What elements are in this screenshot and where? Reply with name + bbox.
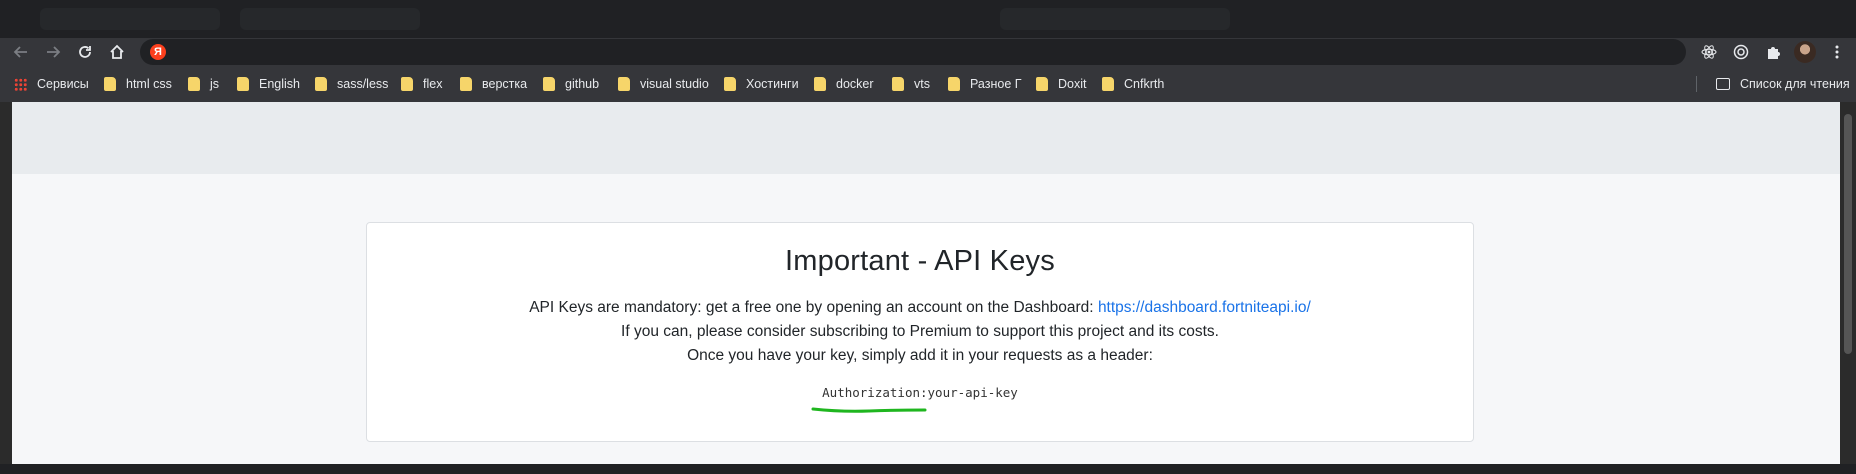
bookmark-label: верстка: [482, 77, 528, 91]
bookmark-label: Разное Г: [970, 77, 1022, 91]
api-keys-mandatory-text: API Keys are mandatory: get a free one b…: [367, 299, 1473, 317]
browser-menu-icon[interactable]: [1826, 41, 1848, 63]
bookmark-label: sass/less: [337, 77, 389, 91]
bookmark-folder[interactable]: github: [543, 66, 599, 102]
authorization-header-code: Authorization:your-api-key: [822, 385, 1018, 400]
folder-icon: [460, 77, 472, 91]
bookmark-label: html css: [126, 77, 172, 91]
tab[interactable]: [1000, 8, 1230, 30]
profile-avatar[interactable]: [1794, 41, 1816, 63]
header-instructions-text: Once you have your key, simply add it in…: [687, 347, 1153, 364]
bookmark-label: vts: [914, 77, 930, 91]
bookmark-folder[interactable]: English: [237, 66, 300, 102]
scrollbar[interactable]: [1840, 102, 1856, 464]
react-devtools-icon[interactable]: [1698, 41, 1720, 63]
tab[interactable]: [240, 8, 420, 30]
folder-icon: [315, 77, 327, 91]
bookmark-label: flex: [423, 77, 443, 91]
page-viewport: Important - API Keys API Keys are mandat…: [12, 102, 1840, 464]
folder-icon: [543, 77, 555, 91]
folder-icon: [104, 77, 116, 91]
folder-icon: [892, 77, 904, 91]
bookmark-folder[interactable]: sass/less: [315, 66, 388, 102]
bookmark-folder[interactable]: vts: [892, 66, 930, 102]
reading-list-label: Список для чтения: [1740, 77, 1850, 91]
bookmark-folder[interactable]: flex: [401, 66, 442, 102]
bookmarks-divider: [1696, 76, 1697, 92]
tab[interactable]: [40, 8, 220, 30]
bookmark-label: Cnfkrth: [1124, 77, 1165, 91]
folder-icon: [401, 77, 413, 91]
bookmarks-bar: Сервисы html css js English sass/less fl…: [0, 66, 1856, 102]
bookmark-label: visual studio: [640, 77, 709, 91]
folder-icon: [188, 77, 200, 91]
bookmark-folder[interactable]: docker: [814, 66, 874, 102]
folder-icon: [237, 77, 249, 91]
folder-icon: [1036, 77, 1048, 91]
reading-list-icon: [1716, 78, 1730, 90]
mandatory-text: API Keys are mandatory: get a free one b…: [529, 299, 1094, 316]
browser-toolbar: Я: [0, 38, 1856, 66]
extensions-puzzle-icon[interactable]: [1762, 41, 1784, 63]
bookmark-label: Сервисы: [37, 77, 89, 91]
folder-icon: [948, 77, 960, 91]
bookmark-folder[interactable]: js: [188, 66, 219, 102]
premium-text: If you can, please consider subscribing …: [621, 323, 1219, 340]
bookmark-folder[interactable]: Doxit: [1036, 66, 1086, 102]
bookmark-label: Хостинги: [746, 77, 799, 91]
bookmark-folder[interactable]: Разное Г: [948, 66, 1022, 102]
green-underline-annotation: [811, 407, 927, 413]
reload-icon[interactable]: [74, 41, 96, 63]
folder-icon: [618, 77, 630, 91]
scrollbar-thumb[interactable]: [1844, 114, 1852, 354]
tab-strip: [0, 0, 1856, 38]
bookmark-label: github: [565, 77, 600, 91]
bookmark-label: English: [259, 77, 300, 91]
folder-icon: [1102, 77, 1114, 91]
bookmark-folder[interactable]: visual studio: [618, 66, 709, 102]
api-keys-card: Important - API Keys API Keys are mandat…: [366, 222, 1474, 442]
back-icon[interactable]: [10, 41, 32, 63]
bookmark-folder[interactable]: Cnfkrth: [1102, 66, 1164, 102]
bookmark-folder[interactable]: Хостинги: [724, 66, 799, 102]
window-bottom-edge: [0, 464, 1856, 474]
home-icon[interactable]: [106, 41, 128, 63]
site-favicon: Я: [150, 44, 166, 60]
bookmark-folder[interactable]: html css: [104, 66, 172, 102]
apps-grid-icon: [14, 77, 27, 91]
target-extension-icon[interactable]: [1730, 41, 1752, 63]
reading-list[interactable]: Список для чтения: [1716, 66, 1850, 102]
bookmark-apps[interactable]: Сервисы: [14, 66, 89, 102]
header-band: [12, 102, 1840, 174]
dashboard-link[interactable]: https://dashboard.fortniteapi.io/: [1098, 299, 1311, 316]
folder-icon: [814, 77, 826, 91]
forward-icon[interactable]: [42, 41, 64, 63]
bookmark-folder[interactable]: верстка: [460, 66, 527, 102]
card-title: Important - API Keys: [785, 245, 1055, 277]
folder-icon: [724, 77, 736, 91]
bookmark-label: js: [210, 77, 220, 91]
bookmark-label: Doxit: [1058, 77, 1087, 91]
bookmark-label: docker: [836, 77, 874, 91]
address-bar[interactable]: Я: [140, 39, 1686, 65]
